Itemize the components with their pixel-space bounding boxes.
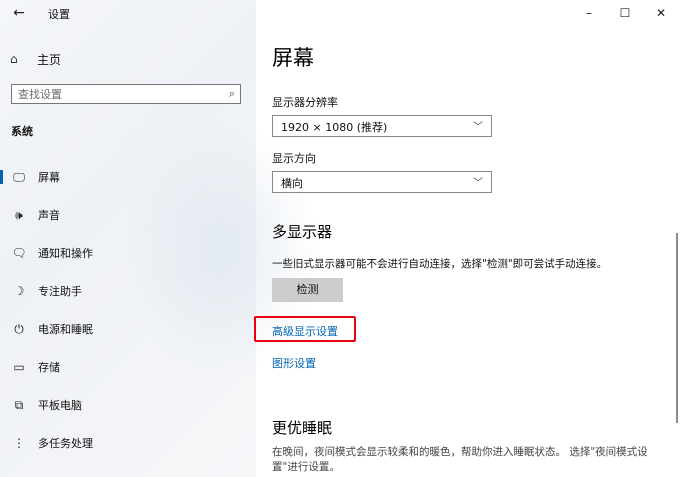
sidebar-item-multitasking[interactable]: ⋮ 多任务处理: [0, 428, 256, 458]
selection-indicator: [0, 170, 3, 184]
sleep-description: 在晚间，夜间模式会显示较柔和的暖色，帮助你进入睡眠状态。 选择"夜间模式设置"进…: [272, 446, 648, 473]
detect-button[interactable]: 检测: [272, 278, 343, 302]
sidebar-item-label: 多任务处理: [38, 437, 93, 450]
sidebar: ⌂ 主页 ⌕ 系统 🖵 屏幕 🕪 声音 🗨 通知和操作 ☽ 专注助手 ⏻ 电源和…: [0, 0, 320, 477]
power-icon: ⏻: [14, 321, 24, 336]
monitor-icon: 🖵: [13, 169, 25, 184]
speaker-icon: 🕪: [15, 207, 23, 222]
window-title: 设置: [48, 8, 70, 21]
multitasking-icon: ⋮: [13, 436, 25, 450]
sidebar-item-notifications[interactable]: 🗨 通知和操作: [0, 238, 256, 268]
page-title: 屏幕: [272, 46, 314, 70]
storage-icon: ▭: [13, 360, 25, 374]
search-input[interactable]: [18, 86, 208, 102]
sidebar-item-label: 平板电脑: [38, 399, 82, 412]
sidebar-item-label: 存储: [38, 361, 60, 374]
resolution-dropdown[interactable]: 1920 × 1080 (推荐) ﹀: [272, 115, 492, 137]
sidebar-item-tablet[interactable]: ⧉ 平板电脑: [0, 390, 256, 420]
chevron-down-icon: ﹀: [473, 122, 483, 133]
orientation-label: 显示方向: [272, 152, 316, 165]
resolution-label: 显示器分辨率: [272, 96, 338, 109]
sidebar-item-label: 屏幕: [38, 171, 60, 184]
sidebar-item-label: 电源和睡眠: [38, 323, 93, 336]
sidebar-item-home[interactable]: ⌂ 主页: [10, 50, 61, 68]
resolution-value: 1920 × 1080 (推荐): [281, 121, 388, 134]
sidebar-item-label: 通知和操作: [38, 247, 93, 260]
search-box[interactable]: ⌕: [11, 84, 241, 104]
back-button[interactable]: ←: [10, 4, 28, 22]
orientation-dropdown[interactable]: 横向 ﹀: [272, 171, 492, 193]
moon-icon: ☽: [13, 284, 25, 298]
main-content: 屏幕 显示器分辨率 1920 × 1080 (推荐) ﹀ 显示方向 横向 ﹀ 多…: [256, 0, 680, 477]
notification-icon: 🗨: [11, 246, 27, 260]
sidebar-item-label: 专注助手: [38, 285, 82, 298]
sidebar-item-display[interactable]: 🖵 屏幕: [0, 162, 256, 192]
orientation-value: 横向: [281, 177, 303, 190]
tablet-icon: ⧉: [14, 397, 24, 412]
home-icon: ⌂: [10, 52, 18, 66]
sidebar-item-label: 声音: [38, 209, 60, 222]
chevron-down-icon: ﹀: [473, 178, 483, 189]
sidebar-item-storage[interactable]: ▭ 存储: [0, 352, 256, 382]
graphics-settings-link[interactable]: 图形设置: [272, 355, 316, 371]
search-icon[interactable]: ⌕: [229, 87, 235, 101]
multi-display-description: 一些旧式显示器可能不会进行自动连接，选择"检测"即可尝试手动连接。: [272, 258, 608, 270]
section-label-system: 系统: [11, 125, 33, 138]
sidebar-item-power-sleep[interactable]: ⏻ 电源和睡眠: [0, 314, 256, 344]
red-highlight-box: [254, 316, 356, 342]
scrollbar[interactable]: [676, 233, 678, 423]
multi-display-heading: 多显示器: [272, 223, 333, 241]
home-label: 主页: [37, 52, 62, 67]
sidebar-item-focus-assist[interactable]: ☽ 专注助手: [0, 276, 256, 306]
sleep-heading: 更优睡眠: [272, 419, 333, 437]
sidebar-item-sound[interactable]: 🕪 声音: [0, 200, 256, 230]
